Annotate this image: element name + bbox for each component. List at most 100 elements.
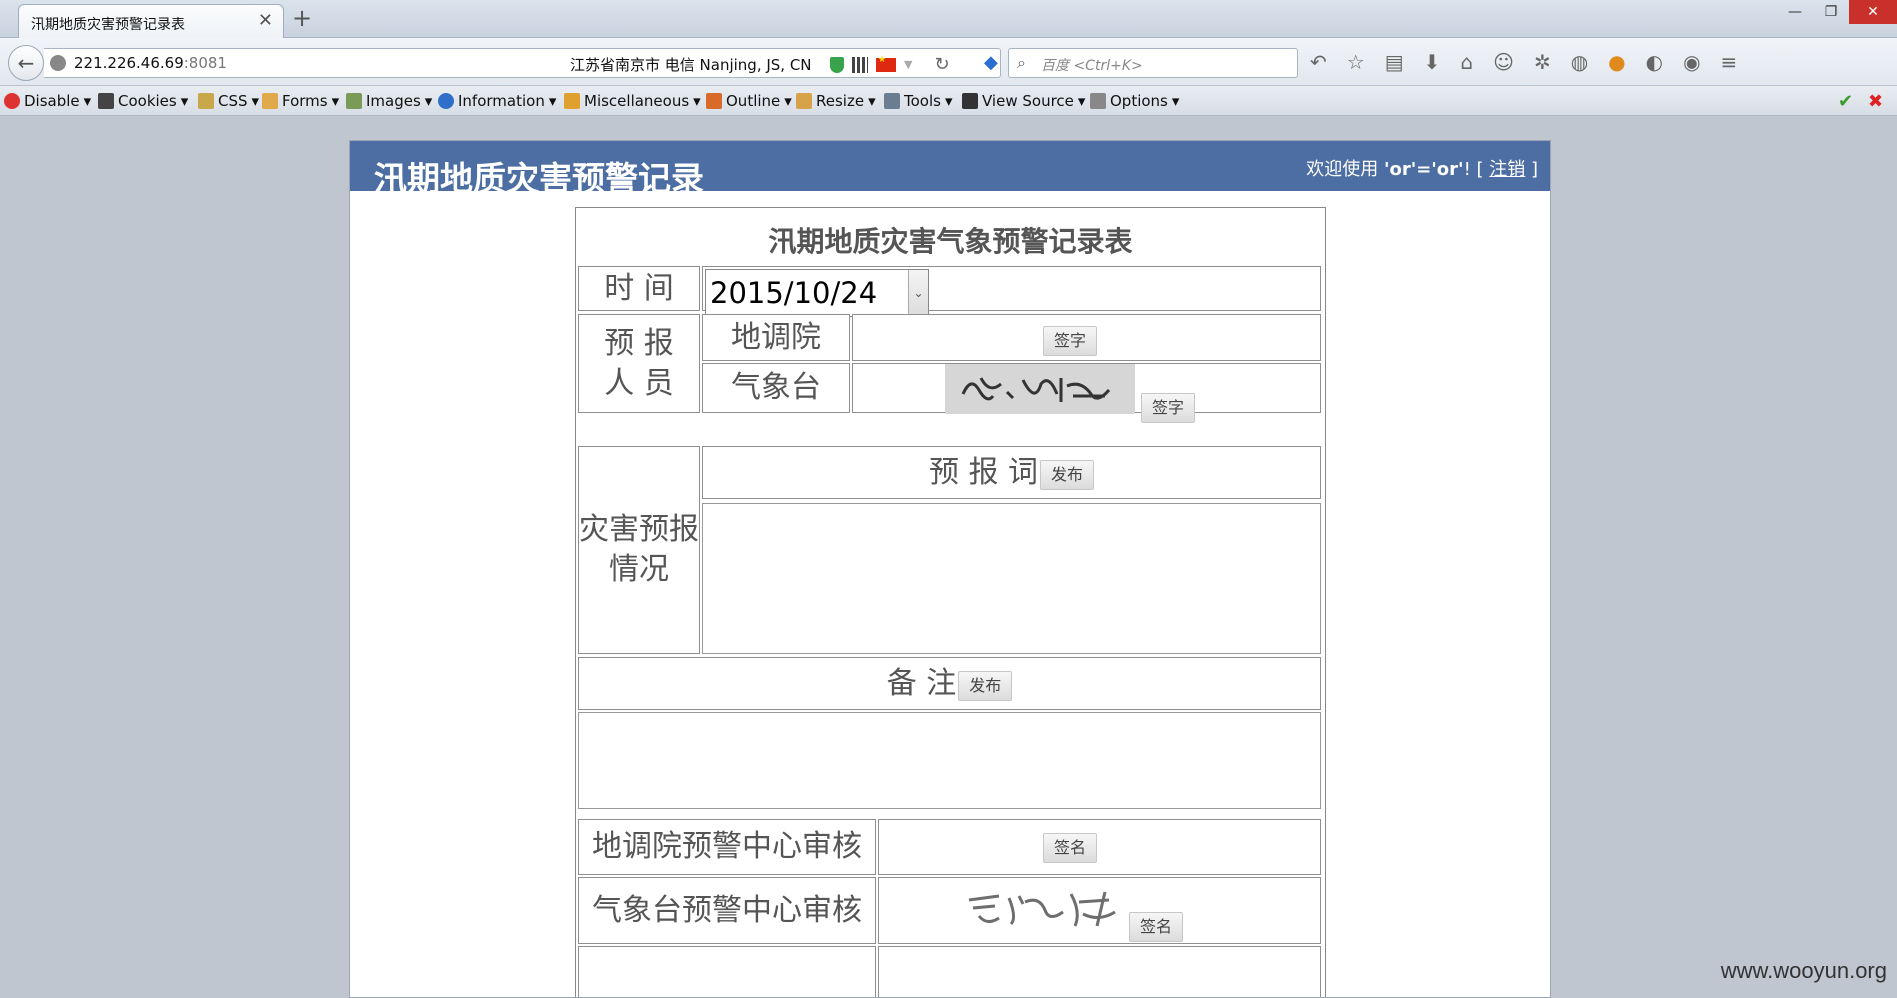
forecast-words-header: 预 报 词 发布 [702, 446, 1321, 499]
bookmark-star-icon[interactable]: ☆ [1347, 50, 1365, 74]
window-close-icon[interactable]: ✕ [1849, 0, 1897, 24]
palette-icon[interactable]: ◐ [1646, 50, 1663, 74]
dev-menu-cookies[interactable]: Cookies ▾ [98, 92, 188, 110]
dev-menu-tools[interactable]: Tools ▾ [884, 92, 952, 110]
chevron-down-icon[interactable]: ⌄ [908, 270, 928, 316]
geo-institute-label: 地调院 [702, 314, 850, 361]
forecasters-label: 预 报 人 员 [578, 314, 700, 413]
cookies-icon [98, 93, 114, 109]
reading-list-icon[interactable]: ▤ [1385, 50, 1404, 74]
next-row-value-cell [878, 946, 1321, 997]
options-icon [1090, 93, 1106, 109]
dev-menu-view-source[interactable]: View Source ▾ [962, 92, 1085, 110]
geo-institute-sign-cell: 签字 [852, 314, 1321, 361]
page-container: 汛期地质灾害预警记录 欢迎使用 'or'='or'! [ 注销 ] 汛期地质灾害… [349, 140, 1551, 998]
css-wand-icon [198, 93, 214, 109]
welcome-text: 欢迎使用 'or'='or'! [ 注销 ] [1306, 159, 1538, 180]
date-cell: 2015/10/24 ⌄ [702, 266, 1321, 317]
outline-pencil-icon [706, 93, 722, 109]
disable-icon [4, 93, 20, 109]
forecast-publish-button[interactable]: 发布 [1040, 459, 1095, 490]
form-title: 汛期地质灾害气象预警记录表 [768, 225, 1133, 258]
tools-icon[interactable]: ✲ [1534, 50, 1551, 74]
home-icon[interactable]: ⌂ [1460, 50, 1473, 74]
window-controls: — ❐ ✕ [1777, 0, 1897, 24]
toolbar-icons: ↶ ☆ ▤ ⬇ ⌂ ☺ ✲ ◍ ● ◐ ◉ ≡ [1310, 50, 1737, 74]
url-text: 221.226.46.69:8081 [74, 54, 227, 72]
close-tab-icon[interactable]: ✕ [258, 10, 273, 31]
smiley-icon[interactable]: ☺ [1493, 50, 1514, 74]
navigation-bar: ← 221.226.46.69:8081 江苏省南京市 电信 Nanjing, … [0, 38, 1897, 86]
new-tab-icon[interactable]: + [292, 4, 312, 32]
menu-icon[interactable]: ≡ [1721, 50, 1738, 74]
search-icon: ⌕ [1017, 53, 1026, 72]
dev-menu-disable[interactable]: Disable ▾ [4, 92, 91, 110]
geo-institute-sign-button[interactable]: 签字 [1043, 326, 1098, 356]
search-placeholder: 百度 <Ctrl+K> [1041, 58, 1143, 74]
met-review-sign-cell: 签名 [878, 877, 1321, 944]
minimize-icon[interactable]: — [1777, 0, 1813, 24]
dev-menu-resize[interactable]: Resize ▾ [796, 92, 876, 110]
met-review-label: 气象台预警中心审核 [578, 877, 876, 944]
dev-menu-options[interactable]: Options ▾ [1090, 92, 1179, 110]
page-header: 汛期地质灾害预警记录 欢迎使用 'or'='or'! [ 注销 ] [350, 141, 1550, 198]
logout-link[interactable]: 注销 [1489, 159, 1525, 180]
information-icon [438, 93, 454, 109]
disaster-forecast-label: 灾害预报 情况 [578, 446, 700, 654]
geo-review-sign-cell: 签名 [878, 819, 1321, 875]
dev-menu-images[interactable]: Images ▾ [346, 92, 432, 110]
tools-wrench-icon [884, 93, 900, 109]
geo-location-text: 江苏省南京市 电信 Nanjing, JS, CN [570, 56, 812, 74]
url-bar[interactable]: 221.226.46.69:8081 江苏省南京市 电信 Nanjing, JS… [44, 48, 1001, 78]
dev-menu-information[interactable]: Information ▾ [438, 92, 556, 110]
tab-bar: 汛期地质灾害预警记录表 ✕ + — ❐ ✕ [0, 0, 1897, 38]
chat-icon[interactable]: ◉ [1683, 50, 1700, 74]
validation-ok-icon[interactable]: ✔ [1838, 91, 1853, 112]
error-icon[interactable]: ✖ [1868, 91, 1883, 112]
page-title: 汛期地质灾害预警记录 [374, 159, 704, 198]
browser-tab[interactable]: 汛期地质灾害预警记录表 ✕ [18, 4, 284, 38]
forecaster-signature-image [945, 364, 1135, 414]
date-value: 2015/10/24 [710, 276, 878, 310]
remarks-header: 备 注 发布 [578, 657, 1321, 710]
tab-title: 汛期地质灾害预警记录表 [31, 17, 185, 33]
username: 'or'='or' [1383, 159, 1464, 180]
forms-icon [262, 93, 278, 109]
geo-review-signature-button[interactable]: 签名 [1043, 833, 1098, 863]
fox-addon-icon[interactable]: ● [1608, 50, 1625, 74]
reviewer-signature-image [959, 882, 1139, 932]
dev-menu-css[interactable]: CSS ▾ [198, 92, 259, 110]
restore-icon[interactable]: ❐ [1813, 0, 1849, 24]
date-select[interactable]: 2015/10/24 ⌄ [705, 269, 929, 317]
met-station-sign-cell: 签字 [852, 363, 1321, 423]
geo-review-label: 地调院预警中心审核 [578, 819, 876, 875]
dev-menu-miscellaneous[interactable]: Miscellaneous ▾ [564, 92, 701, 110]
images-icon [346, 93, 362, 109]
time-label: 时 间 [578, 266, 700, 311]
met-review-signature-button[interactable]: 签名 [1129, 912, 1184, 942]
shield-icon[interactable] [830, 56, 844, 73]
dev-menu-outline[interactable]: Outline ▾ [706, 92, 792, 110]
search-bar[interactable]: ⌕ 百度 <Ctrl+K> [1008, 48, 1298, 78]
forecast-words-label: 预 报 词 [928, 454, 1039, 490]
miscellaneous-icon [564, 93, 580, 109]
addon-bird-icon[interactable]: ◆ [984, 52, 998, 73]
dev-menu-forms[interactable]: Forms ▾ [262, 92, 339, 110]
watermark: www.wooyun.org [1720, 958, 1887, 983]
web-developer-toolbar: Disable ▾ Cookies ▾ CSS ▾ Forms ▾ Images ▾ In… [0, 86, 1897, 116]
globe-addon-icon[interactable]: ◍ [1571, 50, 1588, 74]
reload-icon[interactable]: ↻ [934, 54, 949, 75]
undo-icon[interactable]: ↶ [1310, 50, 1327, 74]
met-station-label: 气象台 [702, 363, 850, 413]
china-flag-icon [876, 55, 896, 72]
remarks-textarea[interactable] [578, 712, 1321, 809]
remarks-label: 备 注 [886, 665, 957, 701]
forecast-textarea[interactable] [702, 503, 1321, 654]
next-row-label-cell [578, 946, 876, 997]
remarks-publish-button[interactable]: 发布 [958, 670, 1013, 701]
qr-code-icon[interactable] [852, 56, 868, 73]
dropdown-arrow-icon[interactable]: ▼ [904, 58, 912, 71]
download-icon[interactable]: ⬇ [1424, 50, 1441, 74]
back-button[interactable]: ← [8, 45, 44, 81]
met-station-sign-button[interactable]: 签字 [1141, 393, 1196, 423]
